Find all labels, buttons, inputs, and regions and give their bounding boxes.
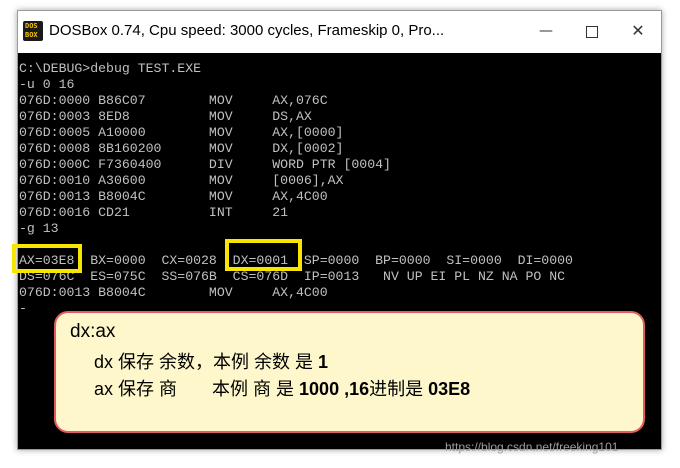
console-line: 076D:0016 CD21 INT 21 (19, 205, 289, 220)
console-line: 076D:0013 B8004C MOV AX,4C00 (19, 285, 328, 300)
console-line: -u 0 16 (19, 77, 75, 92)
csdn-watermark: https://blog.csdn.net/freeking101 (445, 440, 619, 454)
remainder-value: 1 (318, 352, 329, 372)
console-line: -g 13 (19, 221, 59, 236)
dosbox-icon: DOS BOX (23, 21, 43, 41)
console-prompt: - (19, 301, 27, 316)
minimize-button[interactable]: — (523, 11, 569, 51)
console-line: 076D:0005 A10000 MOV AX,[0000] (19, 125, 344, 140)
ax-highlight-box (12, 244, 82, 273)
console-line: 076D:0010 A30600 MOV [0006],AX (19, 173, 344, 188)
console-line: 076D:0013 B8004C MOV AX,4C00 (19, 189, 328, 204)
console-line: 076D:0003 8ED8 MOV DS,AX (19, 109, 312, 124)
console-line: C:\DEBUG>debug TEST.EXE (19, 61, 202, 76)
maximize-icon (586, 25, 598, 38)
callout-quotient-line: ax 保存 商 本例 商 是 1000 ,16进制是 03E8 (94, 375, 470, 401)
icon-text-box: BOX (25, 31, 38, 39)
annotation-callout: dx:ax dx 保存 余数，本例 余数 是 1 ax 保存 商 本例 商 是 … (54, 311, 645, 433)
maximize-button[interactable] (569, 11, 615, 51)
hex-label: 进制是 (369, 379, 429, 399)
quotient-hex-value: 03E8 (428, 379, 471, 399)
console-line: 076D:0000 B86C07 MOV AX,076C (19, 93, 328, 108)
title-bar[interactable]: DOS BOX DOSBox 0.74, Cpu speed: 3000 cyc… (18, 11, 661, 53)
close-button[interactable]: ✕ (615, 11, 661, 51)
quotient-value: 1000 ,16 (299, 379, 370, 399)
console-line: 076D:0008 8B160200 MOV DX,[0002] (19, 141, 344, 156)
callout-heading: dx:ax (70, 321, 116, 342)
icon-text-dos: DOS (25, 22, 38, 30)
console-line: 076D:000C F7360400 DIV WORD PTR [0004] (19, 157, 391, 172)
window-title: DOSBox 0.74, Cpu speed: 3000 cycles, Fra… (49, 22, 445, 39)
register-line: DS=076C ES=075C SS=076B CS=076D IP=0013 … (19, 269, 566, 284)
quotient-text: ax 保存 商 本例 商 是 (94, 379, 300, 399)
remainder-text: dx 保存 余数，本例 余数 是 (94, 352, 319, 372)
callout-remainder-line: dx 保存 余数，本例 余数 是 1 (94, 348, 328, 374)
dx-highlight-box (225, 239, 302, 271)
